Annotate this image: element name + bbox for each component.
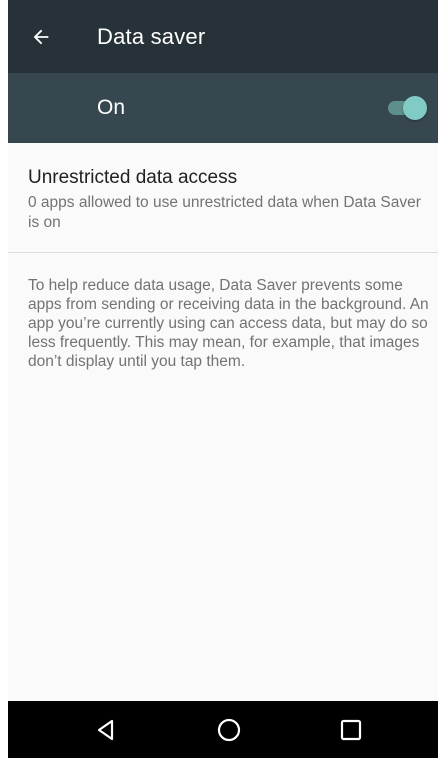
nav-recents-icon: [340, 719, 362, 741]
settings-content: Data saver On Unrestricted data access 0…: [8, 0, 438, 758]
nav-home-icon: [217, 718, 241, 742]
nav-back-icon: [97, 719, 114, 741]
data-saver-toggle[interactable]: [386, 96, 427, 120]
data-saver-master-switch[interactable]: On: [8, 73, 438, 143]
navigation-bar: [8, 701, 438, 758]
screen-edge: [0, 0, 8, 758]
nav-home-button[interactable]: [214, 715, 244, 745]
nav-recents-button[interactable]: [336, 715, 366, 745]
nav-back-button[interactable]: [91, 715, 121, 745]
toggle-thumb: [403, 96, 427, 120]
unrestricted-data-access-title: Unrestricted data access: [28, 167, 238, 188]
divider: [8, 252, 438, 253]
unrestricted-data-access-summary: 0 apps allowed to use unrestricted data …: [28, 194, 421, 231]
data-saver-description: To help reduce data usage, Data Saver pr…: [28, 277, 429, 370]
unrestricted-data-access-item[interactable]: Unrestricted data access 0 apps allowed …: [8, 143, 438, 252]
master-switch-label: On: [97, 96, 126, 119]
data-saver-screen: Data saver On Unrestricted data access 0…: [0, 0, 438, 758]
back-button[interactable]: [26, 22, 56, 52]
toolbar: Data saver: [8, 0, 438, 73]
page-title: Data saver: [97, 24, 206, 49]
arrow-back-icon: [33, 29, 49, 45]
